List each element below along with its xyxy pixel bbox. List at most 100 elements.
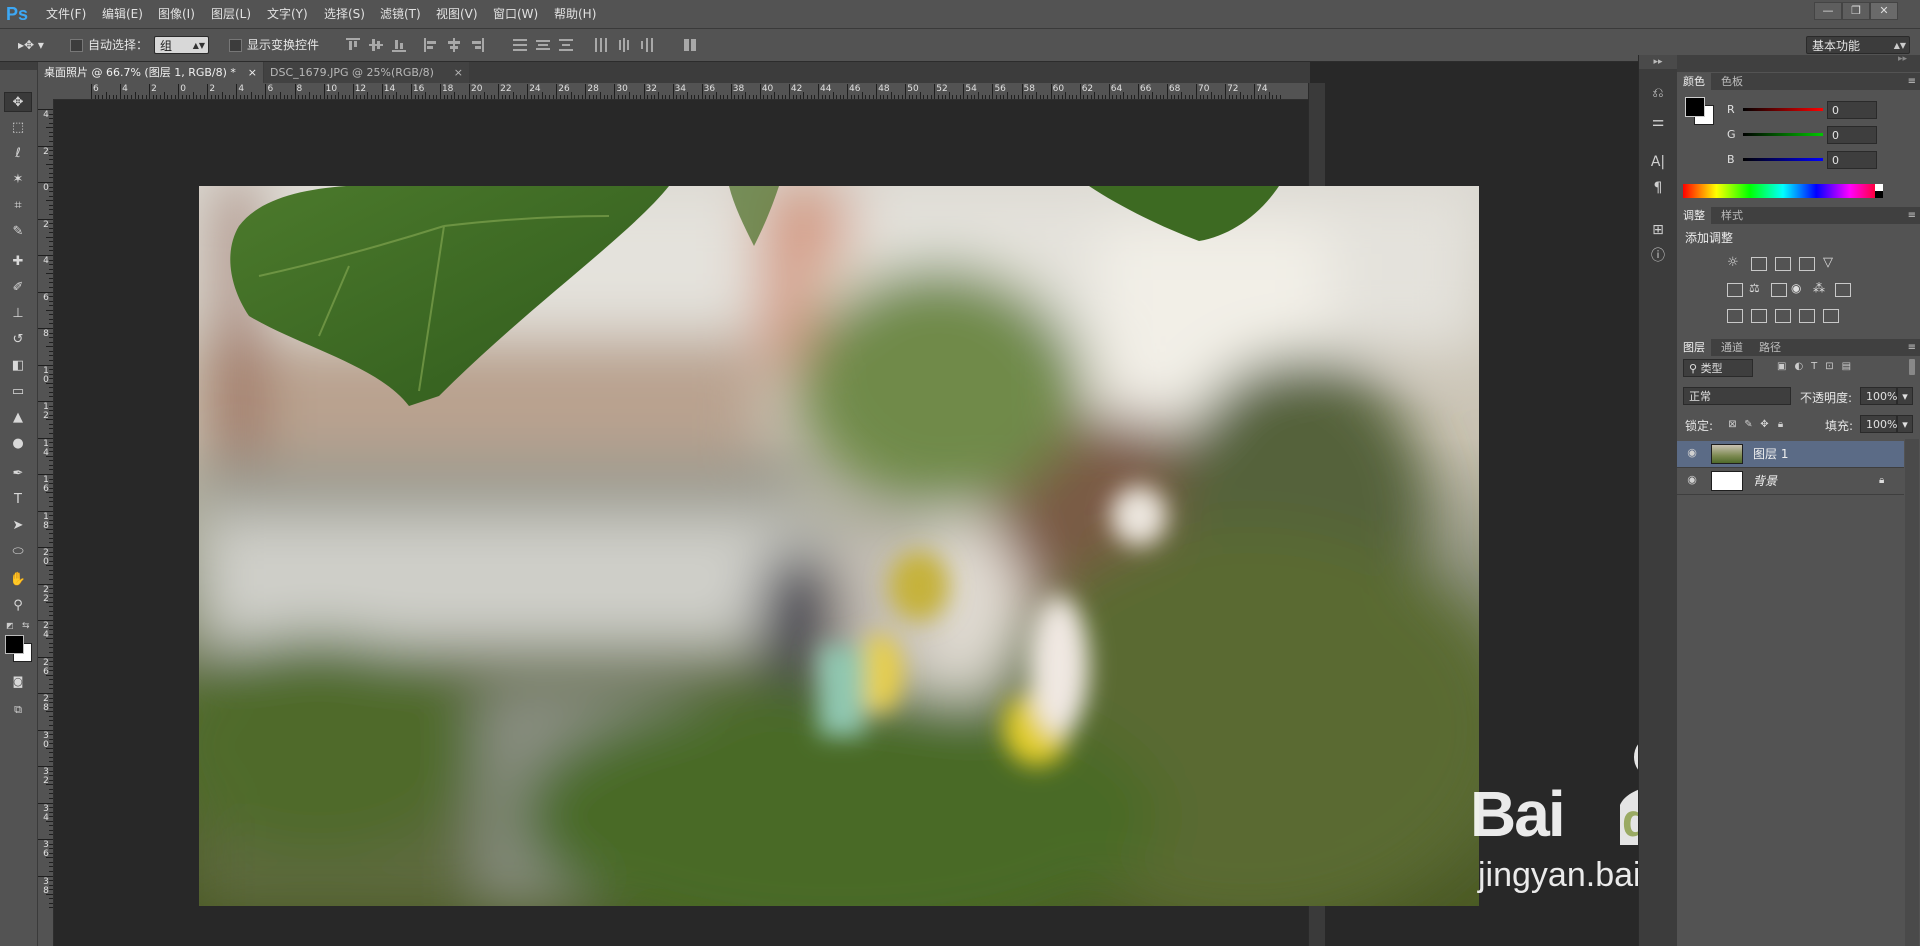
black-white-icon[interactable] (1771, 283, 1787, 297)
opacity-input[interactable]: 100% (1860, 387, 1897, 405)
eye-icon[interactable]: ◉ (1685, 473, 1699, 487)
channel-b-input[interactable]: 0 (1827, 151, 1877, 169)
ellipse-tool-icon[interactable]: ⬭ (4, 542, 32, 562)
fill-input[interactable]: 100% (1860, 415, 1897, 433)
distribute-right-icon[interactable] (640, 38, 654, 52)
lock-all-icon[interactable]: 🔒︎ (1775, 419, 1786, 430)
channel-r-input[interactable]: 0 (1827, 101, 1877, 119)
tab-layers[interactable]: 图层 (1677, 339, 1711, 356)
gradient-tool-icon[interactable]: ▭ (4, 382, 32, 402)
move-tool-icon[interactable]: ✥ (4, 92, 32, 112)
screen-mode-icon[interactable]: ⧉ (4, 700, 32, 720)
threshold-icon[interactable] (1775, 309, 1791, 323)
move-tool-preset-icon[interactable]: ▸✥ ▾ (18, 35, 58, 55)
tab-desktop-photo[interactable]: 桌面照片 @ 66.7% (图层 1, RGB/8) * × (38, 62, 263, 83)
chevron-down-icon[interactable]: ▾ (1897, 387, 1913, 405)
crop-tool-icon[interactable]: ⌗ (4, 196, 32, 216)
horizontal-ruler[interactable]: 6 4 2 0 2 4 6 8 10 12 14 16 18 20 22 24 26 28 30 32 34 36 38 40… (53, 83, 1308, 100)
vertical-ruler[interactable]: 4 2 0 2 4 6 8 10 12 14 16 18 20 22 24 26 28 30 32 34 36 38 (38, 99, 54, 946)
clone-stamp-tool-icon[interactable]: ⊥ (4, 304, 32, 324)
menu-filter[interactable]: 滤镜(T) (380, 0, 421, 28)
lock-position-icon[interactable]: ✥ (1759, 419, 1770, 430)
align-right-icon[interactable] (470, 38, 484, 52)
photo-filter-icon[interactable]: ◉ (1791, 281, 1801, 295)
distribute-vcenter-icon[interactable] (536, 38, 550, 52)
eraser-tool-icon[interactable]: ◧ (4, 356, 32, 376)
vibrance-icon[interactable]: ▽ (1823, 255, 1833, 270)
posterize-icon[interactable] (1751, 309, 1767, 323)
filter-toggle[interactable] (1909, 359, 1915, 375)
selective-color-icon[interactable] (1823, 309, 1839, 323)
auto-select-checkbox[interactable] (70, 39, 83, 52)
lock-image-icon[interactable]: ✎ (1743, 419, 1754, 430)
healing-brush-tool-icon[interactable]: ✚ (4, 252, 32, 272)
channel-b-slider[interactable] (1743, 158, 1823, 161)
eyedropper-tool-icon[interactable]: ✎ (4, 222, 32, 242)
chevron-down-icon[interactable]: ▾ (1897, 415, 1913, 433)
invert-icon[interactable] (1727, 309, 1743, 323)
panel-menu-icon[interactable]: ≡ (1908, 73, 1916, 90)
color-spectrum[interactable] (1683, 184, 1883, 198)
lock-transparent-icon[interactable]: ⊠ (1727, 419, 1738, 430)
menu-edit[interactable]: 编辑(E) (102, 0, 143, 28)
tab-swatches[interactable]: 色板 (1715, 73, 1749, 90)
align-hcenter-icon[interactable] (447, 38, 461, 52)
align-top-icon[interactable] (346, 38, 360, 52)
levels-icon[interactable] (1751, 257, 1767, 271)
channel-g-input[interactable]: 0 (1827, 126, 1877, 144)
menu-image[interactable]: 图像(I) (158, 0, 195, 28)
swap-colors-icon[interactable]: ⇆ (22, 621, 32, 631)
layer-row-layer1[interactable]: ◉ 图层 1 (1677, 441, 1904, 468)
layers-scrollbar[interactable] (1905, 439, 1919, 946)
blend-mode-dropdown[interactable]: 正常 (1683, 387, 1791, 405)
layer-comps-icon[interactable]: ⊞ (1646, 219, 1670, 241)
layer-row-background[interactable]: ◉ 背景 🔒︎ (1677, 468, 1904, 495)
curves-icon[interactable] (1775, 257, 1791, 271)
spectrum-black[interactable] (1875, 191, 1883, 198)
tab-styles[interactable]: 样式 (1715, 207, 1749, 224)
distribute-left-icon[interactable] (594, 38, 608, 52)
tab-channels[interactable]: 通道 (1715, 339, 1749, 356)
channel-r-slider[interactable] (1743, 108, 1823, 111)
tab-dsc-1679[interactable]: DSC_1679.JPG @ 25%(RGB/8) × (264, 62, 469, 83)
toolbox-handle[interactable] (0, 62, 37, 70)
brush-tool-icon[interactable]: ✐ (4, 278, 32, 298)
document-image[interactable] (199, 186, 1479, 906)
distribute-bottom-icon[interactable] (559, 38, 573, 52)
type-tool-icon[interactable]: T (4, 490, 32, 510)
paragraph-panel-icon[interactable]: ¶ (1646, 177, 1670, 199)
color-balance-icon[interactable]: ⚖ (1749, 281, 1760, 295)
foreground-color-swatch[interactable] (5, 635, 24, 654)
layer-name[interactable]: 背景 (1753, 468, 1777, 494)
distribute-top-icon[interactable] (513, 38, 527, 52)
hand-tool-icon[interactable]: ✋ (4, 570, 32, 590)
align-bottom-icon[interactable] (392, 38, 406, 52)
path-selection-tool-icon[interactable]: ➤ (4, 516, 32, 536)
info-panel-icon[interactable]: ⓘ (1646, 245, 1670, 267)
quick-mask-icon[interactable]: ◙ (4, 672, 32, 692)
menu-help[interactable]: 帮助(H) (554, 0, 596, 28)
dodge-tool-icon[interactable]: ● (4, 434, 32, 454)
color-fg-swatch[interactable] (1685, 97, 1705, 117)
magic-wand-tool-icon[interactable]: ✶ (4, 170, 32, 190)
history-panel-icon[interactable]: ⎌ (1646, 82, 1670, 104)
exposure-icon[interactable] (1799, 257, 1815, 271)
menu-type[interactable]: 文字(Y) (267, 0, 308, 28)
menu-select[interactable]: 选择(S) (324, 0, 365, 28)
tab-paths[interactable]: 路径 (1753, 339, 1787, 356)
workspace-dropdown[interactable]: 基本功能 ▲▼ (1806, 36, 1910, 54)
channel-mixer-icon[interactable]: ⁂ (1813, 281, 1825, 295)
hue-saturation-icon[interactable] (1727, 283, 1743, 297)
tab-color[interactable]: 颜色 (1677, 73, 1711, 90)
channel-g-slider[interactable] (1743, 133, 1823, 136)
distribute-hcenter-icon[interactable] (617, 38, 631, 52)
zoom-tool-icon[interactable]: ⚲ (4, 596, 32, 616)
default-colors-icon[interactable]: ◩ (6, 622, 14, 630)
menu-layer[interactable]: 图层(L) (211, 0, 251, 28)
character-panel-icon[interactable]: A| (1646, 151, 1670, 173)
dock-collapse-icon[interactable]: ▸▸ (1677, 55, 1907, 64)
align-vcenter-icon[interactable] (369, 38, 383, 52)
gradient-map-icon[interactable] (1799, 309, 1815, 323)
menu-view[interactable]: 视图(V) (436, 0, 478, 28)
menu-window[interactable]: 窗口(W) (493, 0, 538, 28)
